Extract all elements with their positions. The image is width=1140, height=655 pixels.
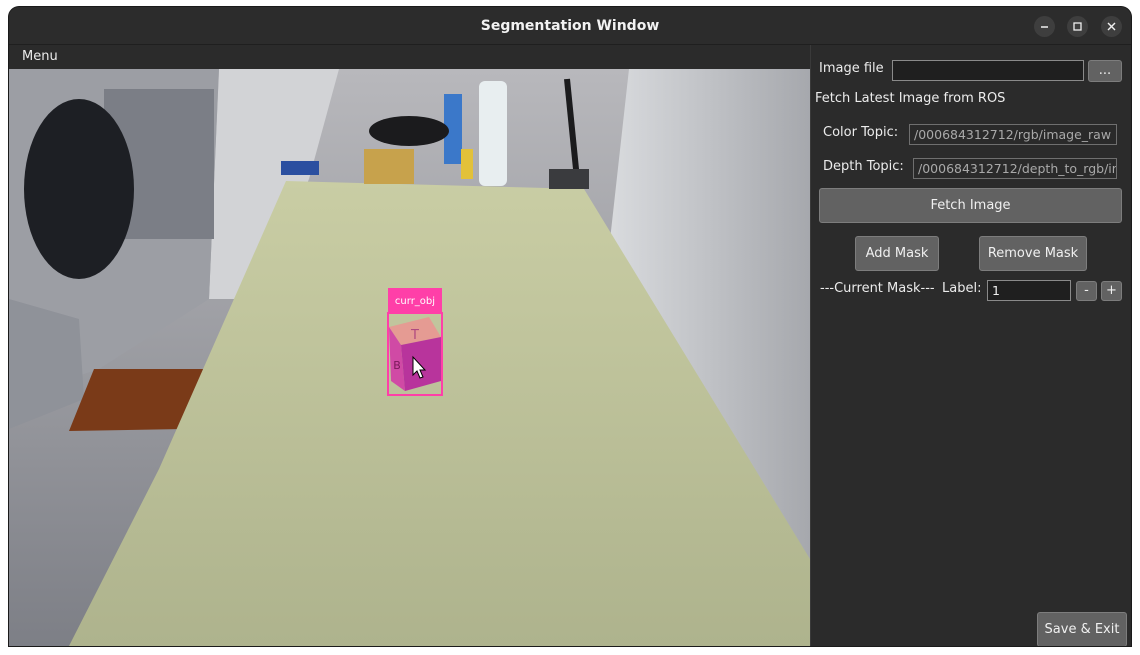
color-topic-input[interactable]: /000684312712/rgb/image_raw — [909, 124, 1117, 145]
window-title: Segmentation Window — [480, 18, 660, 34]
maximize-icon — [1073, 22, 1082, 31]
image-file-input[interactable] — [892, 60, 1084, 81]
menu-button[interactable]: Menu — [22, 49, 58, 64]
browse-button[interactable]: ... — [1088, 60, 1122, 82]
mask-label-caption: Label: — [942, 281, 982, 296]
depth-topic-input[interactable]: /000684312712/depth_to_rgb/image_raw — [913, 158, 1117, 179]
menu-bar: Menu — [9, 45, 810, 69]
increment-button[interactable]: + — [1101, 281, 1122, 301]
title-bar[interactable]: Segmentation Window — [9, 7, 1131, 45]
minimize-icon — [1041, 26, 1048, 28]
control-panel: Image file ... Fetch Latest Image from R… — [810, 45, 1131, 646]
segmentation-window: Segmentation Window Menu curr_obj T B Im… — [9, 7, 1131, 646]
maximize-button[interactable] — [1067, 16, 1088, 37]
close-icon — [1107, 22, 1116, 31]
close-button[interactable] — [1101, 16, 1122, 37]
mask-label-input[interactable]: 1 — [987, 280, 1071, 301]
cube-letter-top: T — [410, 328, 419, 343]
save-exit-button[interactable]: Save & Exit — [1037, 612, 1127, 646]
remove-mask-button[interactable]: Remove Mask — [979, 236, 1087, 271]
cube-object: T B — [389, 317, 441, 391]
decrement-button[interactable]: - — [1076, 281, 1097, 301]
current-mask-label: ---Current Mask--- — [820, 281, 935, 296]
color-topic-label: Color Topic: — [823, 125, 899, 140]
cube-letter-side: B — [393, 359, 401, 372]
fetch-image-button[interactable]: Fetch Image — [819, 188, 1122, 223]
ros-heading: Fetch Latest Image from ROS — [815, 91, 1006, 106]
annotation-label: curr_obj — [395, 296, 435, 307]
add-mask-button[interactable]: Add Mask — [855, 236, 939, 271]
image-file-label: Image file — [819, 61, 884, 76]
minimize-button[interactable] — [1034, 16, 1055, 37]
image-canvas[interactable]: curr_obj T B — [9, 69, 810, 646]
depth-topic-label: Depth Topic: — [823, 159, 904, 174]
office-chair — [24, 99, 134, 279]
